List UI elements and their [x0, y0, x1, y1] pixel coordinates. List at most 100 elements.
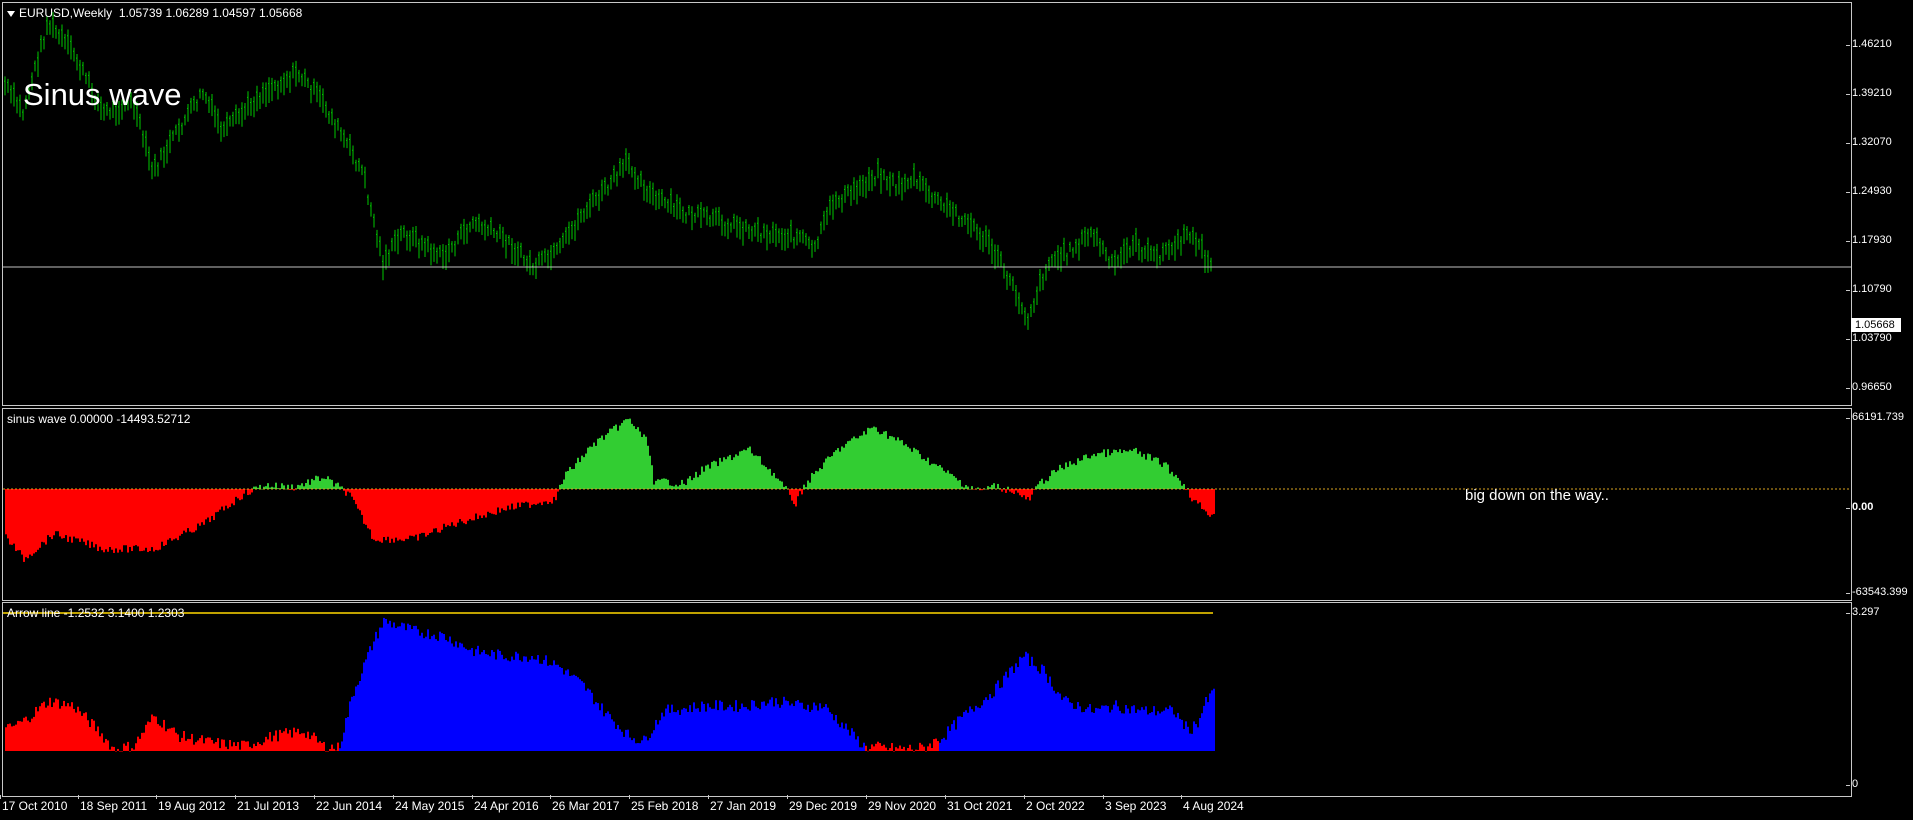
sinus-bar	[17, 489, 19, 551]
sinus-bar	[935, 464, 937, 489]
sinus-bar	[63, 489, 65, 539]
sinus-bar	[195, 489, 197, 531]
arrow-bar	[631, 740, 633, 751]
arrow-bar	[947, 726, 949, 751]
sinus-bar	[679, 484, 681, 489]
sinus-bar	[567, 471, 569, 489]
sinus-bar	[15, 489, 17, 552]
arrow-bar	[351, 696, 353, 751]
sinus-bar	[385, 489, 387, 541]
date-tick-mark	[1181, 795, 1182, 799]
sinus-bar	[129, 489, 131, 547]
arrow-bar	[431, 636, 433, 751]
arrow-bar	[561, 667, 563, 751]
arrow-bar	[313, 732, 315, 751]
sinus-bar	[575, 463, 577, 489]
arrow-bar	[1039, 673, 1041, 751]
sinus-bar	[441, 489, 443, 530]
sinus-bar	[425, 489, 427, 537]
sinus-wave-pane[interactable]: sinus wave 0.00000 -14493.52712 big down…	[2, 408, 1852, 601]
sinus-bar	[147, 489, 149, 553]
sinus-bar	[663, 478, 665, 489]
arrow-bar	[755, 706, 757, 751]
sinus-bar	[491, 489, 493, 514]
arrow-bar	[213, 743, 215, 751]
arrow-bar	[1023, 656, 1025, 751]
arrow-line-pane[interactable]: Arrow line -1.2532 3.1400 1.2303	[2, 602, 1852, 797]
arrow-bar	[421, 632, 423, 751]
sinus-bar	[553, 489, 555, 497]
arrow-y-axis[interactable]: 3.297 0	[1845, 602, 1913, 795]
arrow-bar	[525, 656, 527, 751]
sinus-bar	[87, 489, 89, 541]
arrow-bar	[829, 712, 831, 751]
sinus-bar	[1037, 484, 1039, 489]
sinus-bar	[993, 483, 995, 489]
sinus-bar	[283, 485, 285, 489]
arrow-bar	[967, 712, 969, 751]
arrow-bar	[325, 751, 327, 752]
arrow-bar	[961, 716, 963, 751]
arrow-bar	[167, 728, 169, 751]
sinus-y-axis[interactable]: 66191.739 0.00 -63543.399	[1845, 408, 1913, 599]
chart-text-label[interactable]: Sinus wave	[23, 77, 182, 113]
sinus-bar	[557, 489, 559, 492]
sinus-bar	[1073, 463, 1075, 489]
sinus-bar	[7, 489, 9, 539]
arrow-bar	[775, 698, 777, 751]
sinus-bar	[437, 489, 439, 533]
sinus-bar	[29, 489, 31, 555]
arrow-bar	[987, 699, 989, 751]
arrow-bar	[317, 742, 319, 751]
arrow-bar	[361, 673, 363, 751]
arrow-bar	[103, 742, 105, 751]
sinus-bar	[417, 489, 419, 541]
arrow-bar	[147, 721, 149, 751]
sinus-bar	[395, 489, 397, 538]
sinus-bar	[325, 479, 327, 489]
sinus-bar	[101, 489, 103, 551]
arrow-bar	[5, 727, 7, 751]
arrow-bar	[83, 713, 85, 751]
arrow-bar	[265, 736, 267, 751]
arrow-bar	[639, 743, 641, 751]
dropdown-triangle-icon[interactable]	[7, 10, 15, 17]
sinus-bar	[1027, 489, 1029, 498]
arrow-bar	[273, 735, 275, 751]
sinus-bar	[563, 479, 565, 489]
arrow-bar	[1079, 706, 1081, 751]
arrow-bar	[805, 709, 807, 751]
arrow-bar	[595, 702, 597, 751]
sinus-bar	[521, 489, 523, 503]
arrow-bar	[385, 618, 387, 751]
arrow-bar	[211, 740, 213, 751]
arrow-bar	[41, 703, 43, 751]
arrow-bar	[515, 651, 517, 751]
sinus-bar	[877, 431, 879, 489]
sinus-bar	[189, 489, 191, 532]
sinus-bar	[559, 484, 561, 489]
sinus-bar	[305, 483, 307, 489]
arrow-bar	[151, 714, 153, 751]
arrow-bar	[1001, 687, 1003, 751]
sinus-bar	[619, 425, 621, 489]
sinus-bar	[251, 489, 253, 493]
arrow-bar	[801, 702, 803, 751]
sinus-bar	[803, 484, 805, 489]
sinus-bar	[499, 489, 501, 513]
sinus-bar	[139, 489, 141, 552]
sinus-wave-annotation[interactable]: big down on the way..	[1465, 487, 1609, 504]
sinus-bar	[1097, 453, 1099, 489]
arrow-bar	[937, 741, 939, 751]
price-y-axis[interactable]: 1.46210 1.39210 1.32070 1.24930 1.17930 …	[1846, 0, 1913, 404]
arrow-bar	[831, 713, 833, 751]
sinus-bar	[399, 489, 401, 540]
sinus-bar	[137, 489, 139, 547]
arrow-bar	[677, 710, 679, 751]
sinus-bar	[913, 447, 915, 489]
arrow-bar	[723, 710, 725, 751]
price-chart-pane[interactable]: EURUSD,Weekly 1.05739 1.06289 1.04597 1.…	[2, 2, 1852, 406]
sinus-bar	[341, 486, 343, 489]
time-x-axis[interactable]: 17 Oct 2010 18 Sep 2011 19 Aug 2012 21 Jul …	[0, 795, 1913, 820]
arrow-bar	[777, 704, 779, 751]
